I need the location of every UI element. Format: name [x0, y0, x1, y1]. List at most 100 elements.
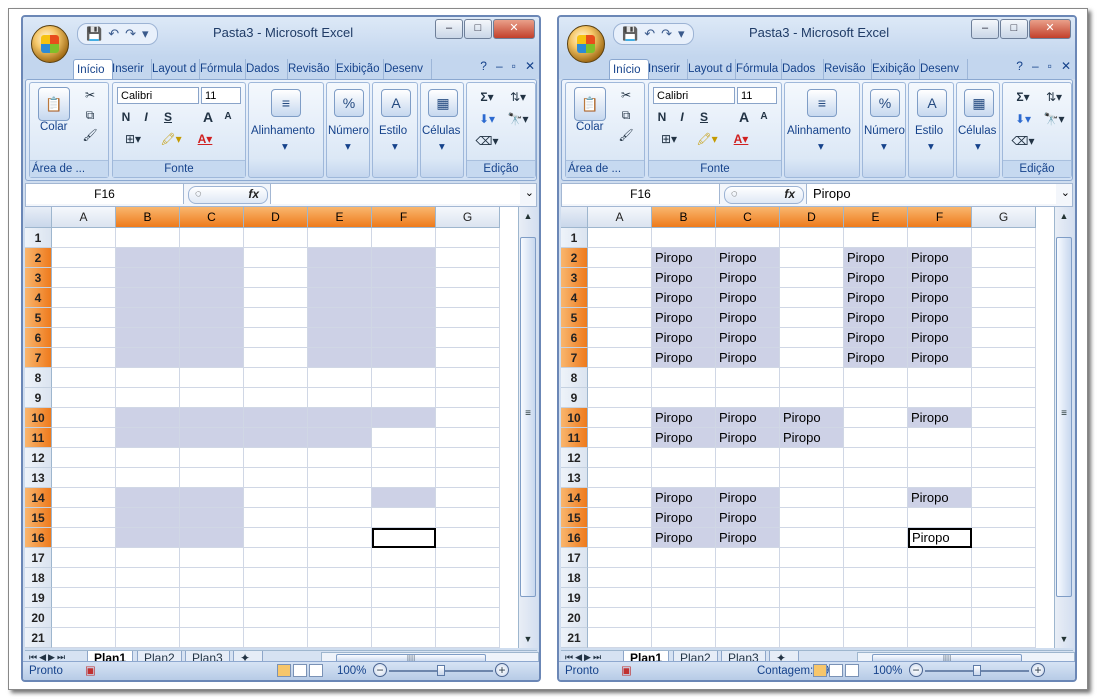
chevron-down-icon[interactable]: ▾ — [439, 139, 445, 153]
cell-f16[interactable]: Piropo — [908, 528, 972, 548]
cell-a6[interactable] — [52, 328, 116, 348]
cell-d10[interactable]: Piropo — [780, 408, 844, 428]
tab-exibicao[interactable]: Exibição — [869, 59, 920, 79]
cell-d21[interactable] — [244, 628, 308, 648]
cell-d2[interactable] — [244, 248, 308, 268]
cell-c12[interactable] — [180, 448, 244, 468]
cell-b14[interactable]: Piropo — [652, 488, 716, 508]
font-color-icon[interactable]: A▾ — [189, 129, 221, 149]
cell-b1[interactable] — [652, 228, 716, 248]
tab-formulas[interactable]: Fórmula — [733, 59, 782, 79]
expand-formula-bar-icon[interactable]: ⌄ — [525, 186, 534, 199]
cell-g13[interactable] — [436, 468, 500, 488]
cell-e10[interactable] — [844, 408, 908, 428]
row-header-10[interactable]: 10 — [561, 408, 588, 428]
cell-d7[interactable] — [780, 348, 844, 368]
grow-font-button[interactable]: A — [735, 107, 753, 127]
cell-c1[interactable] — [180, 228, 244, 248]
cell-e9[interactable] — [308, 388, 372, 408]
cell-d15[interactable] — [780, 508, 844, 528]
cell-a14[interactable] — [52, 488, 116, 508]
chevron-down-icon[interactable]: ▾ — [928, 139, 934, 153]
alignment-label[interactable]: Alinhamento — [787, 125, 851, 137]
chevron-down-icon[interactable]: ▾ — [975, 139, 981, 153]
cell-c2[interactable] — [180, 248, 244, 268]
cell-b8[interactable] — [652, 368, 716, 388]
cell-g5[interactable] — [436, 308, 500, 328]
cells-icon[interactable]: ▦ — [964, 89, 994, 117]
formula-input[interactable]: Piropo — [806, 184, 1056, 204]
cell-e6[interactable] — [308, 328, 372, 348]
chevron-down-icon[interactable]: ▾ — [881, 139, 887, 153]
italic-button[interactable]: I — [137, 107, 155, 127]
cell-b6[interactable]: Piropo — [652, 328, 716, 348]
clear-icon[interactable]: ⌫▾ — [1009, 131, 1037, 151]
cell-c7[interactable]: Piropo — [716, 348, 780, 368]
cell-e17[interactable] — [844, 548, 908, 568]
cell-c17[interactable] — [180, 548, 244, 568]
row-header-17[interactable]: 17 — [561, 548, 588, 568]
cell-g3[interactable] — [436, 268, 500, 288]
minimize-button[interactable]: – — [435, 19, 463, 39]
cell-g2[interactable] — [436, 248, 500, 268]
cell-a17[interactable] — [588, 548, 652, 568]
cell-a16[interactable] — [52, 528, 116, 548]
cell-d11[interactable] — [244, 428, 308, 448]
row-header-14[interactable]: 14 — [25, 488, 52, 508]
italic-button[interactable]: I — [673, 107, 691, 127]
cell-f10[interactable]: Piropo — [908, 408, 972, 428]
cell-d16[interactable] — [780, 528, 844, 548]
column-header-f[interactable]: F — [908, 207, 972, 228]
expand-circle-icon[interactable]: ◌ — [731, 188, 738, 200]
cell-b2[interactable] — [116, 248, 180, 268]
font-caption[interactable]: Fonte — [649, 160, 781, 177]
number-format-icon[interactable]: % — [870, 89, 900, 117]
cell-b2[interactable]: Piropo — [652, 248, 716, 268]
cell-e2[interactable] — [308, 248, 372, 268]
cell-e7[interactable]: Piropo — [844, 348, 908, 368]
sort-filter-icon[interactable]: ⇅▾ — [503, 87, 533, 107]
row-header-21[interactable]: 21 — [25, 628, 52, 648]
cell-e5[interactable] — [308, 308, 372, 328]
cell-e15[interactable] — [844, 508, 908, 528]
row-header-1[interactable]: 1 — [561, 228, 588, 248]
cell-c5[interactable] — [180, 308, 244, 328]
zoom-level[interactable]: 100% — [337, 662, 366, 680]
cell-c15[interactable] — [180, 508, 244, 528]
fill-color-icon[interactable]: 🖍▾ — [689, 129, 725, 149]
cell-a11[interactable] — [52, 428, 116, 448]
row-header-3[interactable]: 3 — [25, 268, 52, 288]
scroll-down-icon[interactable]: ▼ — [520, 632, 536, 646]
maximize-button[interactable]: □ — [1000, 19, 1028, 39]
tab-exibicao[interactable]: Exibição — [333, 59, 384, 79]
cell-f1[interactable] — [372, 228, 436, 248]
font-caption[interactable]: Fonte — [113, 160, 245, 177]
cell-f3[interactable]: Piropo — [908, 268, 972, 288]
cell-a16[interactable] — [588, 528, 652, 548]
cell-d6[interactable] — [780, 328, 844, 348]
cell-b5[interactable]: Piropo — [652, 308, 716, 328]
cell-f16[interactable] — [372, 528, 436, 548]
column-header-e[interactable]: E — [844, 207, 908, 228]
column-header-g[interactable]: G — [972, 207, 1036, 228]
cell-a5[interactable] — [588, 308, 652, 328]
cell-d9[interactable] — [244, 388, 308, 408]
row-header-8[interactable]: 8 — [561, 368, 588, 388]
cell-c20[interactable] — [716, 608, 780, 628]
page-break-view-icon[interactable] — [845, 664, 859, 677]
cell-b10[interactable]: Piropo — [652, 408, 716, 428]
cell-a7[interactable] — [588, 348, 652, 368]
scroll-down-icon[interactable]: ▼ — [1056, 632, 1072, 646]
close-workbook-icon[interactable]: ✕ — [1061, 59, 1071, 73]
cell-c21[interactable] — [716, 628, 780, 648]
row-header-16[interactable]: 16 — [561, 528, 588, 548]
cell-d16[interactable] — [244, 528, 308, 548]
cell-f7[interactable] — [372, 348, 436, 368]
cell-e11[interactable] — [844, 428, 908, 448]
cell-f4[interactable]: Piropo — [908, 288, 972, 308]
cells-label[interactable]: Células — [422, 125, 460, 137]
cell-e1[interactable] — [308, 228, 372, 248]
style-icon[interactable]: A — [381, 89, 411, 117]
cell-d4[interactable] — [244, 288, 308, 308]
normal-view-icon[interactable] — [813, 664, 827, 677]
